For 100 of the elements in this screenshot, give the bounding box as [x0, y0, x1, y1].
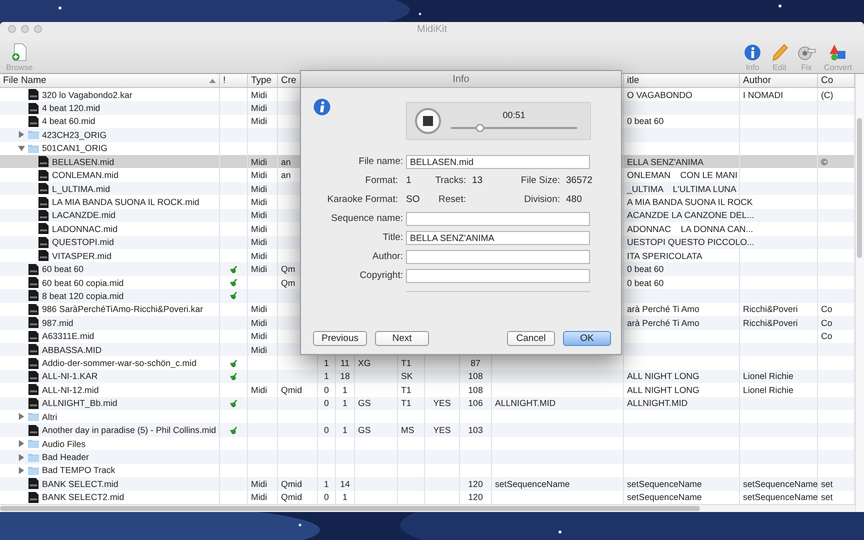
disclosure-triangle-icon[interactable] [18, 144, 25, 152]
table-cell: 120 [468, 492, 483, 502]
column-header[interactable]: ! [223, 74, 226, 86]
table-cell: Midi [251, 344, 268, 355]
column-header[interactable]: Type [251, 74, 272, 86]
file-name: BANK SELECT.mid [42, 478, 118, 489]
text-field[interactable]: BELLA SENZ'ANIMA [406, 230, 590, 244]
table-cell: ELLA SENZ'ANIMA [627, 156, 704, 167]
table-cell: Midi [251, 478, 268, 489]
file-name: Bad TEMPO Track [42, 465, 116, 476]
file-name: Addio-der-sommer-war-so-schön_c.mid [42, 358, 196, 368]
column-header[interactable]: Co [821, 74, 834, 86]
table-cell: Midi [251, 384, 268, 395]
dialog-title: Info [452, 74, 470, 84]
table-cell: set [821, 478, 833, 489]
table-row[interactable]: BANK SELECT.mid Midi Qmid 1 14 120 setSequenceName setSequenceName setSequenceName set [0, 477, 855, 491]
disclosure-triangle-icon[interactable] [18, 440, 25, 448]
table-row[interactable]: Altri [0, 410, 855, 424]
table-cell: set [821, 492, 833, 502]
info-icon [313, 98, 331, 116]
column-header[interactable]: itle [627, 74, 640, 86]
table-cell: arà Perché Ti Amo [627, 318, 700, 328]
table-cell: 0 [324, 398, 329, 408]
file-icon [28, 277, 39, 288]
file-name: A63311E.mid [42, 331, 94, 342]
file-icon [28, 398, 39, 409]
info-label: Division: [524, 194, 560, 205]
table-cell: Midi [251, 210, 268, 220]
table-cell: T1 [401, 398, 412, 408]
dialog-button[interactable]: OK [563, 331, 611, 346]
table-cell: Midi [251, 224, 268, 234]
table-cell: Midi [251, 90, 268, 100]
table-cell: © [821, 156, 828, 167]
table-cell: 11 [340, 358, 350, 368]
info-value: SO [406, 194, 420, 205]
table-cell: 108 [468, 384, 483, 395]
file-name: Audio Files [42, 438, 86, 449]
dialog-button[interactable]: Cancel [507, 331, 555, 346]
table-cell: arà Perché Ti Amo [627, 304, 700, 314]
disclosure-triangle-icon[interactable] [18, 454, 25, 461]
disclosure-triangle-icon[interactable] [18, 413, 25, 420]
file-icon [28, 264, 39, 275]
table-cell: setSequenceName [627, 478, 702, 489]
table-cell: GS [358, 425, 371, 436]
table-cell: Co [821, 304, 832, 314]
table-cell: 1 [342, 398, 348, 408]
table-cell: Ricchi&Poveri [743, 304, 798, 314]
file-icon [28, 344, 39, 356]
table-cell: SK [401, 371, 413, 382]
table-row[interactable]: Another day in paradise (5) - Phil Collins.mid 0 1 GS MS YES 103 [0, 423, 855, 437]
table-row[interactable]: ALLNIGHT_Bb.mid 0 1 GS T1 YES 106 ALLNIGHT.MID ALLNIGHT.MID [0, 396, 855, 410]
column-header[interactable]: Cre [281, 74, 296, 86]
table-cell: 120 [468, 478, 483, 489]
file-icon [38, 156, 49, 168]
table-row[interactable]: Bad TEMPO Track [0, 464, 855, 478]
file-name: 4 beat 60.mid [42, 116, 96, 126]
file-name: Bad Header [42, 452, 89, 462]
stop-icon [423, 116, 433, 126]
table-cell: ALLNIGHT.MID [627, 398, 688, 408]
table-cell: an [281, 170, 291, 180]
text-field[interactable]: BELLASEN.mid [406, 154, 590, 168]
field-label: Title: [382, 232, 404, 243]
table-row[interactable]: ALL-NI-1.KAR 1 18 SK 108 ALL NIGHT LONG Lionel Richie [0, 370, 855, 384]
column-header[interactable]: Author [743, 74, 771, 86]
dialog-button[interactable]: Previous [313, 331, 367, 346]
text-field[interactable] [406, 268, 590, 282]
table-cell: setSequenceName [743, 492, 818, 502]
info-label: File Size: [520, 175, 560, 186]
table-cell: Midi [251, 156, 268, 167]
text-field[interactable] [406, 250, 590, 264]
disclosure-triangle-icon[interactable] [18, 466, 25, 474]
table-row[interactable]: Bad Header [0, 450, 855, 464]
info-label: Format: [365, 175, 398, 186]
slider-thumb[interactable] [476, 124, 484, 132]
folder-icon [28, 464, 39, 476]
table-row[interactable]: Audio Files [0, 436, 855, 450]
disclosure-triangle-icon[interactable] [18, 131, 25, 138]
file-name: 987.mid [42, 318, 74, 328]
dialog-button[interactable]: Next [375, 331, 429, 346]
table-cell: T1 [401, 384, 412, 395]
table-cell: XG [358, 358, 371, 368]
table-row[interactable]: BANK SELECT2.mid Midi Qmid 0 1 120 setSequenceName setSequenceName set [0, 490, 855, 504]
file-name: 320 lo Vagabondo2.kar [42, 90, 132, 100]
folder-icon [28, 142, 39, 154]
stop-button[interactable] [415, 108, 441, 134]
file-icon [28, 304, 39, 315]
table-cell: _ULTIMA L'ULTIMA LUNA [627, 184, 736, 194]
scrollbar-thumb[interactable] [0, 506, 700, 512]
file-name: Altri [42, 412, 58, 422]
text-field[interactable] [406, 212, 590, 226]
file-icon [28, 330, 39, 342]
table-cell: ALL NIGHT LONG [627, 384, 700, 395]
file-name: ALL-NI-1.KAR [42, 371, 98, 382]
file-name: 8 beat 120 copia.mid [42, 290, 124, 301]
file-icon [28, 290, 39, 302]
file-name: 501CAN1_ORIG [42, 143, 108, 154]
table-cell: setSequenceName [495, 478, 570, 489]
scrollbar-thumb[interactable] [857, 118, 862, 258]
file-icon [38, 196, 49, 208]
column-header[interactable]: File Name [3, 74, 46, 86]
